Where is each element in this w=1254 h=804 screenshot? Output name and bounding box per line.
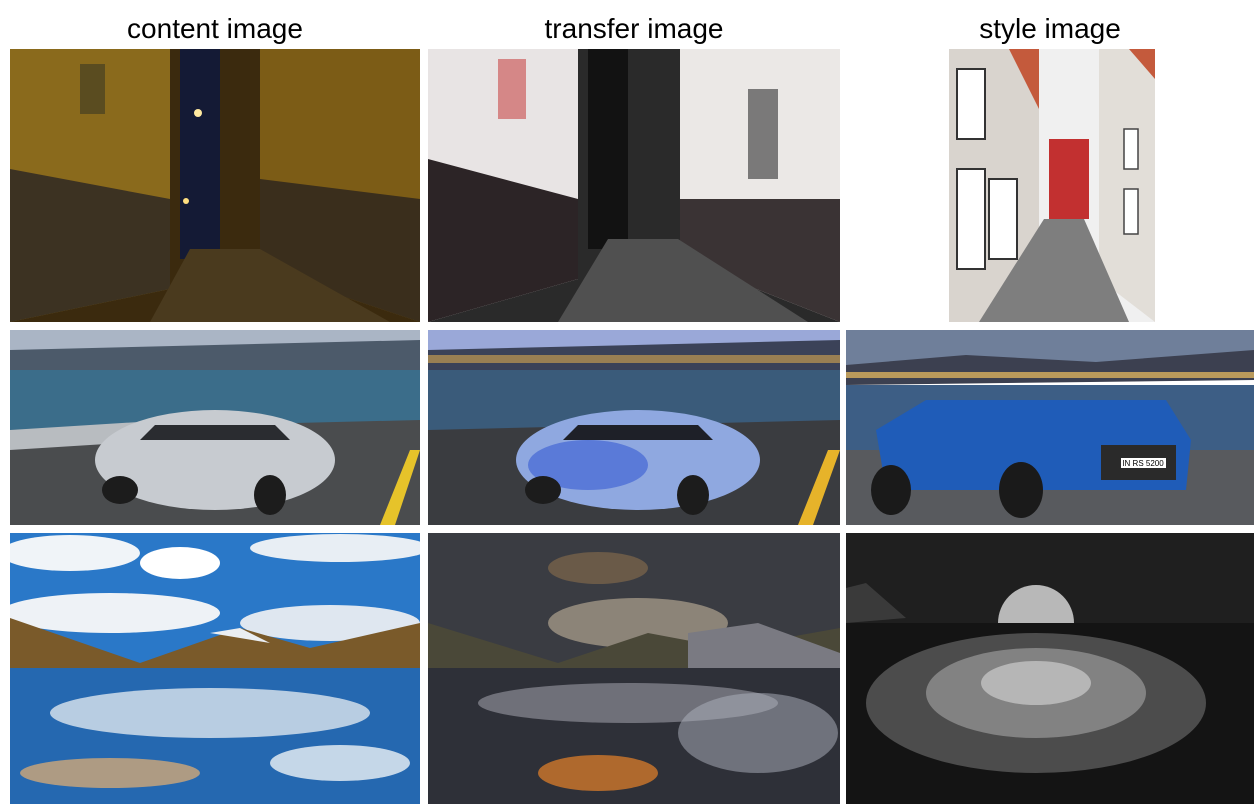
- row2-transfer-image: [428, 330, 840, 525]
- row3-style-image: [846, 533, 1254, 804]
- header-transfer: transfer image: [544, 13, 724, 44]
- row2-style-image: IN RS 5200: [846, 330, 1254, 525]
- row2-content-image: [10, 330, 420, 525]
- header-style: style image: [979, 13, 1121, 44]
- license-plate-text: IN RS 5200: [1122, 459, 1164, 468]
- row1-style-image: [949, 49, 1155, 322]
- row1-content-image: [10, 49, 420, 322]
- row3-transfer-image: [428, 533, 840, 804]
- row3-content-image: [10, 533, 420, 804]
- header-content: content image: [127, 13, 303, 44]
- row1-transfer-image: [428, 49, 840, 322]
